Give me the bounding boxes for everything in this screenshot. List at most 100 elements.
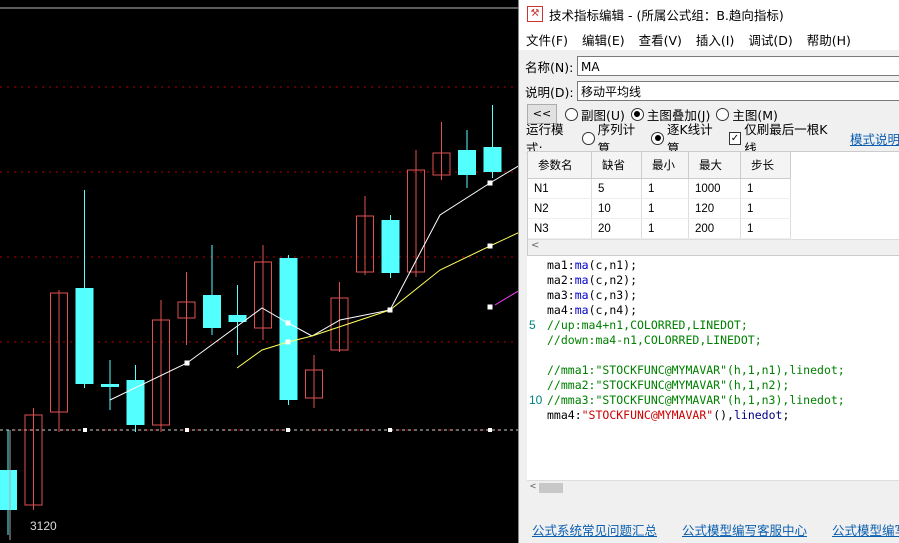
code-token: (c,n2); bbox=[588, 273, 638, 287]
code-token: (), bbox=[713, 408, 734, 422]
menu-file[interactable]: 文件(F) bbox=[519, 30, 575, 49]
ma-point-marker bbox=[487, 243, 493, 249]
code-line[interactable]: ma3:ma(c,n3); bbox=[547, 288, 637, 303]
params-cell[interactable]: N2 bbox=[528, 198, 592, 219]
candle-body bbox=[381, 220, 400, 273]
params-cell[interactable]: 1 bbox=[740, 198, 791, 219]
window-title: 技术指标编辑 - (所属公式组：B.趋向指标) bbox=[549, 7, 784, 23]
candle-body bbox=[279, 258, 298, 400]
params-cell[interactable]: 200 bbox=[688, 218, 741, 239]
line-gutter: 5 10 bbox=[527, 256, 547, 496]
params-table: 参数名 缺省 最小 最大 步长 N1 5 1 1000 1 N2 10 1 120 1 N3 20 1 2… bbox=[528, 152, 791, 239]
code-token: //mma3:"STOCKFUNC@MYMAVAR"(h,1,n3),lined… bbox=[547, 393, 845, 407]
params-cell[interactable]: N1 bbox=[528, 178, 592, 199]
price-level-label: 3120 bbox=[30, 519, 57, 533]
menu-debug[interactable]: 调试(D) bbox=[741, 30, 799, 49]
params-cell[interactable]: 1 bbox=[641, 218, 689, 239]
editor-hscroll[interactable]: < bbox=[527, 480, 899, 496]
code-line[interactable]: //up:ma4+n1,COLORRED,LINEDOT; bbox=[547, 318, 748, 333]
code-token: ma4: bbox=[547, 303, 575, 317]
ma2-line bbox=[236, 231, 520, 369]
code-token: mma4: bbox=[547, 408, 582, 422]
params-cell[interactable]: 5 bbox=[591, 178, 642, 199]
params-grid: 参数名 缺省 最小 最大 步长 N1 5 1 1000 1 N2 10 1 120 1 N3 20 1 2… bbox=[527, 151, 899, 256]
params-cell[interactable]: N3 bbox=[528, 218, 592, 239]
code-token: //mma1:"STOCKFUNC@MYMAVAR"(h,1,n1),lined… bbox=[547, 363, 845, 377]
title-bar[interactable]: ⚒ 技术指标编辑 - (所属公式组：B.趋向指标) bbox=[519, 0, 899, 28]
params-cell[interactable]: 1 bbox=[641, 178, 689, 199]
code-token: (c,n3); bbox=[588, 288, 638, 302]
code-token: ma bbox=[574, 288, 589, 302]
menu-edit[interactable]: 编辑(E) bbox=[575, 30, 632, 49]
menu-view[interactable]: 查看(V) bbox=[632, 30, 689, 49]
code-token: ; bbox=[782, 408, 790, 422]
params-hscroll[interactable]: < bbox=[528, 239, 899, 255]
candle-body bbox=[458, 150, 476, 175]
header-default[interactable]: 缺省 bbox=[591, 152, 642, 179]
menu-insert[interactable]: 插入(I) bbox=[689, 30, 741, 49]
header-step[interactable]: 步长 bbox=[740, 152, 791, 179]
line-number: 5 bbox=[529, 318, 536, 332]
scroll-left-icon: < bbox=[531, 240, 540, 251]
params-cell[interactable]: 1 bbox=[740, 178, 791, 199]
name-input[interactable]: MA bbox=[577, 56, 899, 76]
header-param-name[interactable]: 参数名 bbox=[528, 152, 592, 179]
params-cell[interactable]: 1 bbox=[740, 218, 791, 239]
params-cell[interactable]: 120 bbox=[688, 198, 741, 219]
code-line[interactable]: //mma1:"STOCKFUNC@MYMAVAR"(h,1,n1),lined… bbox=[547, 363, 845, 378]
radio-dot bbox=[651, 131, 664, 145]
code-line[interactable]: //down:ma4-n1,COLORRED,LINEDOT; bbox=[547, 333, 762, 348]
header-min[interactable]: 最小 bbox=[641, 152, 689, 179]
kline-chart[interactable]: 3120 bbox=[0, 0, 520, 543]
ma1-line bbox=[109, 164, 520, 401]
ma-point-marker bbox=[387, 307, 393, 313]
description-input[interactable]: 移动平均线 bbox=[577, 81, 899, 101]
code-line[interactable]: //mma3:"STOCKFUNC@MYMAVAR"(h,1,n3),lined… bbox=[547, 393, 845, 408]
menu-help[interactable]: 帮助(H) bbox=[800, 30, 858, 49]
candle-body bbox=[0, 470, 17, 510]
scroll-thumb[interactable] bbox=[539, 483, 563, 493]
description-label: 说明(D): bbox=[525, 84, 574, 100]
candle-body bbox=[126, 380, 145, 425]
header-max[interactable]: 最大 bbox=[688, 152, 741, 179]
candlestick-plot[interactable] bbox=[0, 0, 520, 543]
code-editor[interactable]: 5 10 ma1:ma(c,n1); ma2:ma(c,n2); ma3:ma(c,n… bbox=[527, 256, 899, 496]
support-marker bbox=[286, 428, 290, 432]
radio-dot bbox=[582, 131, 595, 145]
params-cell[interactable]: 10 bbox=[591, 198, 642, 219]
code-token: //mma2:"STOCKFUNC@MYMAVAR"(h,1,n2); bbox=[547, 378, 790, 392]
candle-body bbox=[101, 384, 119, 387]
params-cell[interactable]: 20 bbox=[591, 218, 642, 239]
code-line[interactable]: ma2:ma(c,n2); bbox=[547, 273, 637, 288]
code-token: //up:ma4+n1,COLORRED,LINEDOT; bbox=[547, 318, 748, 332]
code-token: "STOCKFUNC@MYMAVAR" bbox=[581, 408, 714, 422]
params-row[interactable]: N1 5 1 1000 1 bbox=[528, 178, 791, 199]
footer-links: 公式系统常见问题汇总 公式模型编写客服中心 公式模型编写 bbox=[519, 516, 899, 543]
scroll-left-icon: < bbox=[530, 481, 537, 492]
params-row[interactable]: N3 20 1 200 1 bbox=[528, 218, 791, 239]
code-line[interactable]: ma4:ma(c,n4); bbox=[547, 303, 637, 318]
code-line[interactable]: //mma2:"STOCKFUNC@MYMAVAR"(h,1,n2); bbox=[547, 378, 789, 393]
ma-point-marker bbox=[285, 339, 291, 345]
ma-point-marker bbox=[184, 360, 190, 366]
support-marker bbox=[488, 428, 492, 432]
code-token: ma bbox=[574, 303, 589, 317]
support-marker bbox=[185, 428, 189, 432]
ma3-line bbox=[494, 289, 520, 306]
code-line[interactable]: ma1:ma(c,n1); bbox=[547, 258, 637, 273]
support-marker bbox=[388, 428, 392, 432]
footer-link-faq[interactable]: 公式系统常见问题汇总 bbox=[532, 520, 657, 539]
candle-body bbox=[75, 288, 94, 384]
code-token: //down:ma4-n1,COLORRED,LINEDOT; bbox=[547, 333, 762, 347]
code-line[interactable]: mma4:"STOCKFUNC@MYMAVAR"(),linedot; bbox=[547, 408, 789, 423]
candle-body bbox=[483, 147, 502, 172]
code-token: linedot bbox=[733, 408, 783, 422]
params-row[interactable]: N2 10 1 120 1 bbox=[528, 198, 791, 219]
params-cell[interactable]: 1000 bbox=[688, 178, 741, 199]
code-token: ma1: bbox=[547, 258, 575, 272]
footer-link-support[interactable]: 公式模型编写客服中心 bbox=[682, 520, 807, 539]
ma-point-marker bbox=[285, 320, 291, 326]
footer-link-writing[interactable]: 公式模型编写 bbox=[832, 520, 899, 539]
params-cell[interactable]: 1 bbox=[641, 198, 689, 219]
mode-help-link[interactable]: 模式说明 bbox=[850, 129, 899, 148]
